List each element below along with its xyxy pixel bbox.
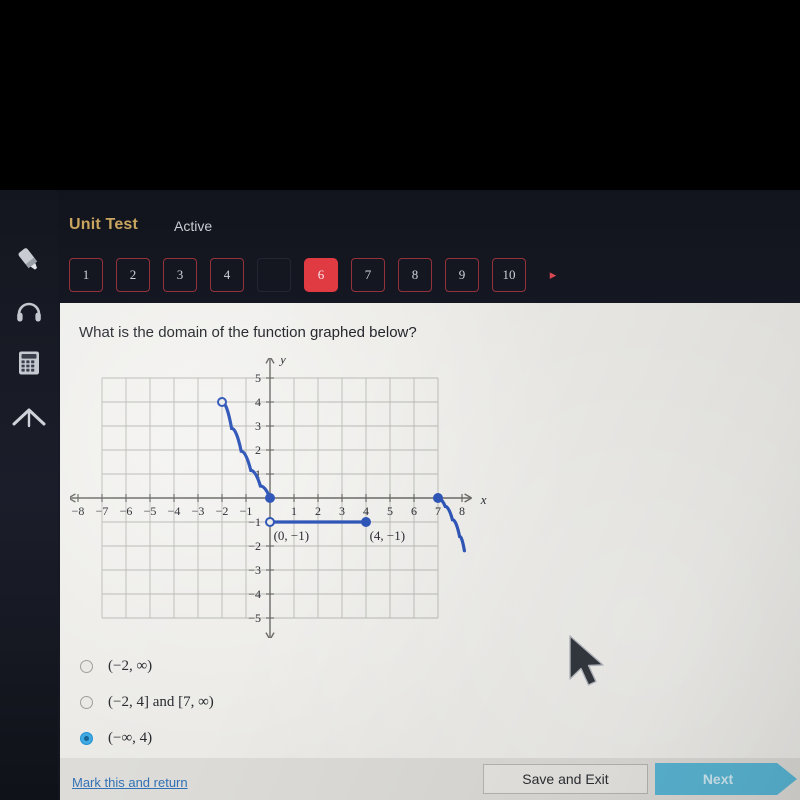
pager-button-6[interactable]: 6 [304,258,338,292]
x-axis-tick-label: 2 [315,504,321,518]
chevron-up-icon[interactable] [8,396,50,438]
pager-button-2[interactable]: 2 [116,258,150,292]
y-axis-label: y [278,358,286,367]
test-header: Unit Test Active [58,200,800,252]
answer-option-label: (−2, 4] and [7, ∞) [108,693,214,710]
y-axis-tick-label: −5 [248,611,261,625]
footer-bar: Mark this and return Save and Exit Next [60,758,800,800]
tool-sidebar [0,190,58,800]
x-axis-tick-label: 8 [459,504,465,518]
headphones-icon[interactable] [8,290,50,332]
screenshot-root: · · · · · · · · · [0,0,800,800]
y-axis-tick-label: −4 [248,587,261,601]
y-axis-tick-label: 2 [255,443,261,457]
pager-button-10[interactable]: 10 [492,258,526,292]
x-axis-tick-label: 7 [435,504,441,518]
x-axis-tick-label: −4 [168,504,181,518]
pager-button-4[interactable]: 4 [210,258,244,292]
next-button-label: Next [702,771,734,787]
endpoint-closed [433,493,443,503]
pager-button-8[interactable]: 8 [398,258,432,292]
answer-options: (−2, ∞) (−2, 4] and [7, ∞) (−∞, 4) [74,648,494,756]
function-graph: −8 −7 −6 −5 −4 −3 −2 −1 1 2 3 4 5 6 7 8 −5 −4 −3 −2 −1 1 2 3 4 5 y… [70,358,490,638]
answer-option-label: (−2, ∞) [108,657,153,674]
y-axis-tick-label: −2 [248,539,261,553]
endpoint-closed [361,517,371,527]
x-axis-tick-label: −5 [144,504,157,518]
radio-button-2[interactable] [80,695,93,709]
mark-and-return-link[interactable]: Mark this and return [72,775,188,790]
highlighter-icon[interactable] [8,238,50,280]
photo-black-border-top [0,0,800,182]
x-axis-tick-label: 5 [387,504,393,518]
x-axis-tick-label: −6 [120,504,133,518]
endpoint-open [217,397,227,407]
pager-next-arrow-icon[interactable]: ▸ [544,266,562,284]
answer-option-1[interactable]: (−2, ∞) [74,648,494,684]
pager-button-9[interactable]: 9 [445,258,479,292]
point-annotation: (4, −1) [370,528,406,543]
page-title: Unit Test [69,216,139,233]
y-axis-tick-label: 3 [255,419,261,433]
x-axis-tick-label: −2 [216,504,229,518]
radio-button-3[interactable] [80,731,93,745]
point-annotation: (0, −1) [274,528,310,543]
x-axis-tick-label: 6 [411,504,417,518]
status-badge: Active [174,218,213,234]
y-axis-tick-label: 4 [255,395,261,409]
pager-button-3[interactable]: 3 [163,258,197,292]
x-axis-tick-label: 1 [291,504,297,518]
x-axis-tick-label: 4 [363,504,369,518]
answer-option-label: (−∞, 4) [108,729,153,746]
graph-canvas: −8 −7 −6 −5 −4 −3 −2 −1 1 2 3 4 5 6 7 8−5−4−3−2−112345y… [70,358,487,638]
calculator-icon[interactable] [8,342,50,384]
y-axis-tick-label: −3 [248,563,261,577]
endpoint-open [265,517,275,527]
answer-option-2[interactable]: (−2, 4] and [7, ∞) [74,684,494,720]
y-axis-tick-label: 5 [255,371,261,385]
question-text: What is the domain of the function graph… [79,324,417,341]
pager-button-5[interactable]: 5 [257,258,291,292]
x-axis-label: x [480,492,487,507]
x-axis-tick-label: −8 [72,504,85,518]
x-axis-tick-label: −7 [96,504,109,518]
pager-button-1[interactable]: 1 [69,258,103,292]
endpoint-closed [265,493,275,503]
x-axis-tick-label: −3 [192,504,205,518]
pager-button-7[interactable]: 7 [351,258,385,292]
radio-button-1[interactable] [80,659,93,673]
answer-option-3[interactable]: (−∞, 4) [74,720,494,756]
x-axis-tick-label: 3 [339,504,345,518]
save-and-exit-button[interactable]: Save and Exit [483,764,648,794]
y-axis-tick-label: −1 [248,515,261,529]
question-pager: 123456789 10 ▸ [58,258,800,298]
next-button[interactable]: Next [655,763,797,795]
question-sheet: What is the domain of the function graph… [60,303,800,758]
